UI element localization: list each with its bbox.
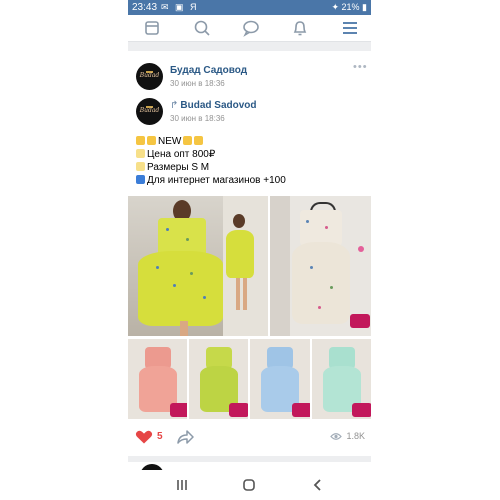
print-dot: [190, 272, 193, 275]
print-dot: [325, 226, 328, 229]
flower-pot: [292, 403, 310, 417]
post-line-new: NEW: [136, 136, 205, 147]
print-dot: [310, 266, 313, 269]
clap-icon: [136, 136, 145, 145]
print-dot: [173, 284, 176, 287]
print-dot: [186, 238, 189, 241]
avatar-logo-text: Budad: [139, 72, 160, 79]
print-dot: [156, 266, 159, 269]
clap-icon: [183, 136, 193, 145]
repost-name[interactable]: ↱ Budad Sadovod: [170, 100, 257, 111]
post-line-shops: Для интернет магазинов +100: [136, 175, 286, 186]
post-line-text: NEW: [158, 136, 182, 147]
photo-white-dress[interactable]: [270, 196, 371, 336]
notifications-icon[interactable]: [290, 18, 310, 38]
print-dot: [318, 306, 321, 309]
flower-pot: [170, 403, 187, 417]
status-bar: 23:43 ✉ ▣ Я ✦ 21% ▮: [128, 0, 371, 15]
messages-icon[interactable]: [241, 18, 261, 38]
status-right-icons: ✦ 21% ▮: [331, 2, 367, 12]
post-line-text: Цена опт 800₽: [147, 149, 216, 160]
like-count: 5: [157, 431, 163, 442]
status-time: 23:43: [132, 2, 158, 13]
clap-icon: [147, 136, 156, 145]
reflection-leg: [236, 278, 240, 310]
repost-date: 30 июн в 18:36: [170, 114, 225, 123]
photo-green-dress[interactable]: [189, 339, 248, 419]
avatar-logo-text: Budad: [139, 107, 160, 114]
hand-icon: [136, 149, 145, 158]
share-button[interactable]: [176, 429, 194, 445]
more-options-icon[interactable]: •••: [353, 61, 368, 73]
post-card: Budad Будад Садовод 30 июн в 18:36 ••• B…: [128, 51, 371, 456]
reflection-dress: [226, 230, 254, 278]
like-button[interactable]: [135, 430, 153, 444]
post-date: 30 июн в 18:36: [170, 79, 225, 88]
photo-mint-dress[interactable]: [312, 339, 371, 419]
status-left-icons: ✉ ▣ Я: [161, 2, 199, 12]
flower-pot: [352, 403, 371, 417]
recent-apps-icon[interactable]: [174, 477, 190, 493]
reflection-head: [233, 214, 245, 228]
eye-icon: [330, 433, 342, 440]
clap-icon: [194, 136, 204, 145]
system-nav-bar: [128, 470, 371, 500]
reflection-leg: [243, 278, 247, 310]
print-dot: [330, 286, 333, 289]
repost-avatar[interactable]: Budad: [136, 98, 163, 125]
photo-blue-dress[interactable]: [250, 339, 310, 419]
dress-bodice: [300, 210, 342, 246]
home-button-icon[interactable]: [241, 477, 257, 493]
post-actions: 5 1.8K: [128, 424, 371, 450]
back-icon[interactable]: [310, 477, 326, 493]
print-dot: [166, 228, 169, 231]
decor-flower: [358, 246, 364, 252]
photo-yellow-dress-1[interactable]: [128, 196, 268, 336]
post-line-sizes: Размеры S M: [136, 162, 209, 173]
menu-icon[interactable]: [340, 18, 360, 38]
dress-skirt: [138, 251, 223, 326]
model-leg: [180, 321, 188, 336]
phone-screen: 23:43 ✉ ▣ Я ✦ 21% ▮ Budad Будад Садовод …: [128, 0, 371, 500]
post-line-text: Для интернет магазинов +100: [147, 175, 286, 186]
share-icon: [177, 430, 194, 444]
heart-icon: [135, 430, 153, 444]
post-line-price: Цена опт 800₽: [136, 149, 215, 160]
repost-name-text: Budad Sadovod: [180, 100, 257, 111]
author-name[interactable]: Будад Садовод: [170, 65, 247, 76]
print-dot: [306, 220, 309, 223]
top-nav: [128, 15, 371, 42]
dress-skirt: [292, 242, 350, 324]
photo-pink-dress[interactable]: [128, 339, 187, 419]
flag-icon: [136, 175, 145, 184]
home-icon[interactable]: [142, 18, 162, 38]
author-avatar[interactable]: Budad: [136, 63, 163, 90]
flower-pot: [350, 314, 370, 328]
print-dot: [203, 296, 206, 299]
post-line-text: Размеры S M: [147, 162, 210, 173]
search-icon[interactable]: [192, 18, 212, 38]
flower-pot: [229, 403, 248, 417]
views-count: 1.8K: [346, 431, 365, 441]
repost-icon: ↱: [170, 100, 179, 111]
hand-icon: [136, 162, 145, 171]
wall-shade: [270, 196, 290, 336]
